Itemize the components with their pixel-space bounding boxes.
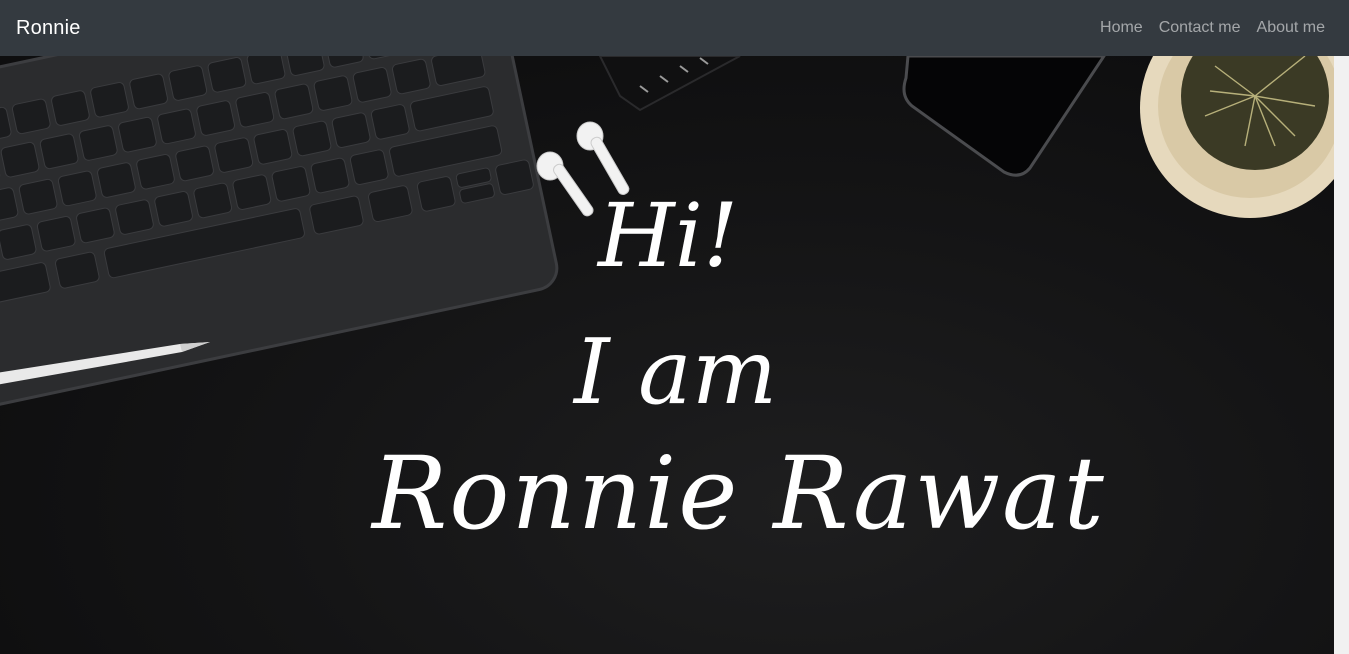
nav-link-about[interactable]: About me (1257, 19, 1325, 37)
nav-links: Home Contact me About me (1100, 19, 1325, 37)
nav-link-contact[interactable]: Contact me (1159, 19, 1241, 37)
hero-greeting: Hi! (598, 184, 739, 287)
navbar-brand[interactable]: Ronnie (16, 17, 81, 40)
hero-section: Hi! I am Ronnie Rawat (0, 56, 1334, 654)
hero-name: Ronnie Rawat (372, 435, 1106, 552)
hero-intro: I am (574, 320, 778, 425)
page-scrollbar[interactable] (1334, 56, 1349, 654)
nav-link-home[interactable]: Home (1100, 19, 1143, 37)
hero-heading: Hi! I am Ronnie Rawat (0, 56, 1334, 654)
navbar: Ronnie Home Contact me About me (0, 0, 1349, 56)
